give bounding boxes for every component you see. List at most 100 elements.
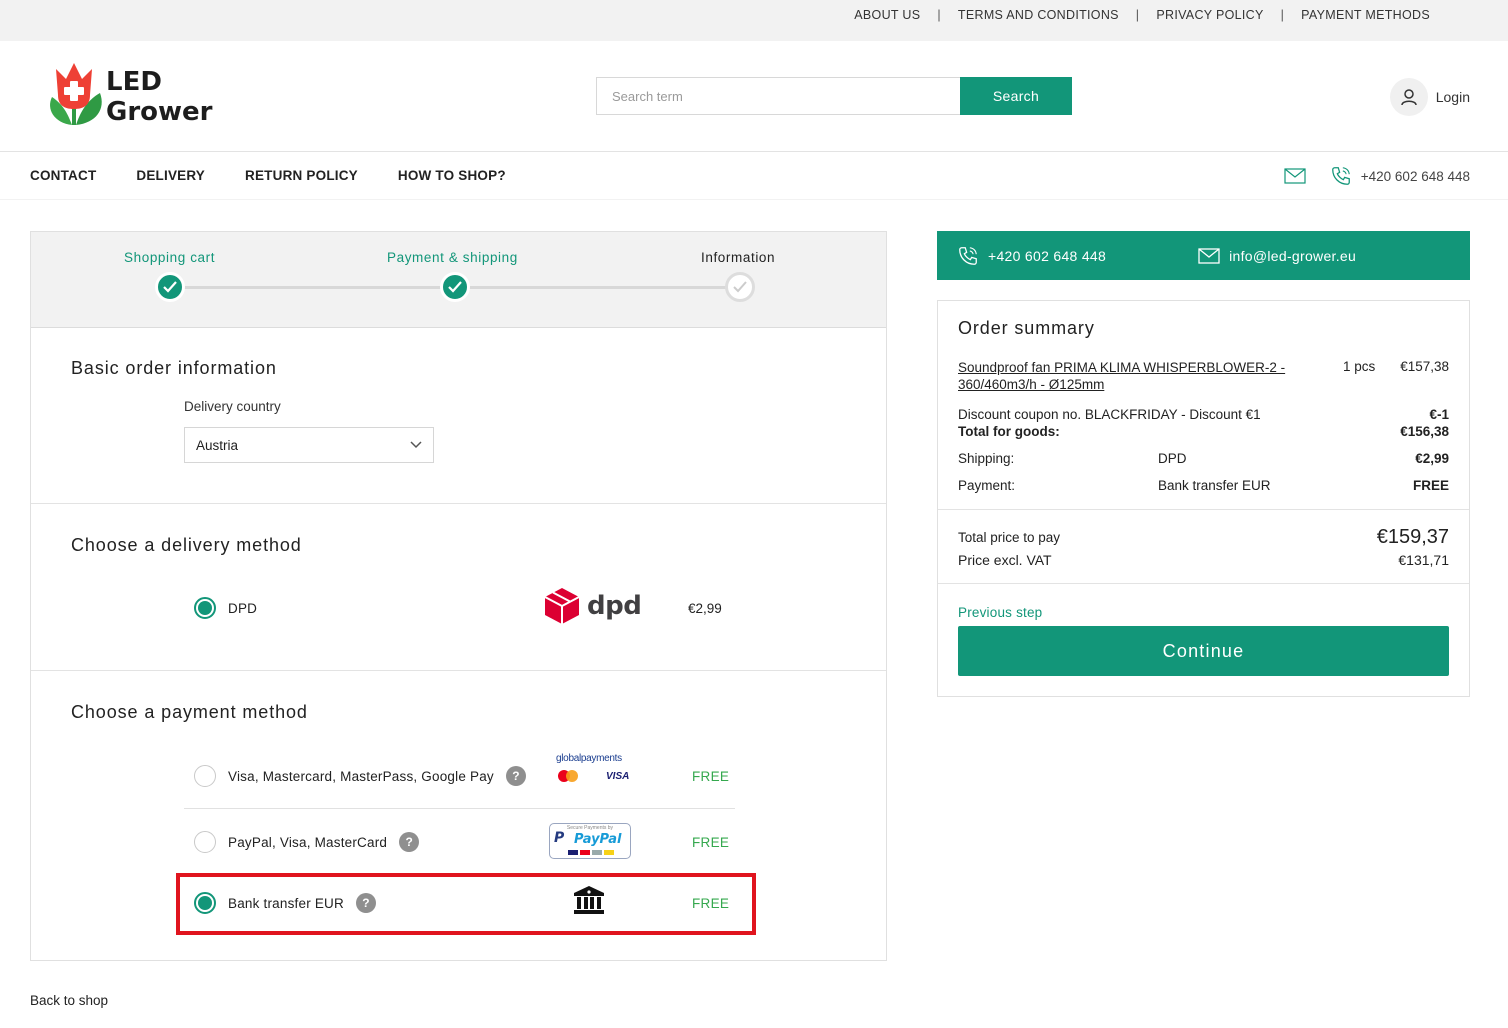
payment-option-paypal[interactable]: PayPal, Visa, MasterCard ? <box>194 831 420 853</box>
dpd-wordmark: dpd <box>587 591 642 621</box>
help-icon[interactable]: ? <box>355 893 376 913</box>
paypal-p-icon: P <box>554 830 565 846</box>
payment-option-card[interactable]: Visa, Mastercard, MasterPass, Google Pay… <box>194 765 526 787</box>
step-label-cart: Shopping cart <box>124 250 216 265</box>
delivery-country-select[interactable]: Austria <box>184 427 434 463</box>
contact-bar: +420 602 648 448 info@led-grower.eu <box>937 231 1470 280</box>
mail-icon[interactable] <box>1284 168 1306 184</box>
globalpayments-wordmark: globalpayments <box>556 753 622 764</box>
order-summary-title: Order summary <box>958 318 1095 338</box>
paypal-logo: Secure Payments by P PayPal <box>549 823 631 859</box>
delivery-price: €2,99 <box>688 601 722 616</box>
delivery-title: Choose a delivery method <box>71 535 302 555</box>
continue-button[interactable]: Continue <box>958 626 1449 676</box>
top-bar: ABOUT US | TERMS AND CONDITIONS | PRIVAC… <box>0 0 1508 41</box>
nav-how-to-shop[interactable]: HOW TO SHOP? <box>398 168 506 183</box>
nav-delivery[interactable]: DELIVERY <box>136 168 205 183</box>
delivery-option-dpd[interactable]: DPD <box>194 597 257 619</box>
payment-option-label: Visa, Mastercard, MasterPass, Google Pay <box>228 768 494 784</box>
shipping-label: Shipping: <box>958 451 1015 466</box>
goods-total-label: Total for goods: <box>958 424 1060 439</box>
logo-line-2: Grower <box>106 97 213 127</box>
order-item-name-line-1: Soundproof fan PRIMA KLIMA WHISPERBLOWER… <box>958 360 1286 375</box>
top-link-terms[interactable]: TERMS AND CONDITIONS <box>958 8 1119 22</box>
order-item-qty: 1 pcs <box>1343 359 1376 374</box>
total-label: Total price to pay <box>958 530 1061 545</box>
top-link-payment-methods[interactable]: PAYMENT METHODS <box>1301 8 1430 22</box>
paypal-wordmark: PayPal <box>574 832 622 847</box>
contact-bar-email-text: info@led-grower.eu <box>1229 247 1357 264</box>
payment-price-card: FREE <box>692 769 730 784</box>
order-summary: Order summary Soundproof fan PRIMA KLIMA… <box>937 300 1470 697</box>
payment-option-label: PayPal, Visa, MasterCard <box>228 834 388 850</box>
bank-icon <box>574 886 604 914</box>
delivery-country-label: Delivery country <box>184 399 281 414</box>
visa-wordmark: VISA <box>606 771 630 782</box>
delivery-country-value: Austria <box>196 437 239 453</box>
nav-phone-number[interactable]: +420 602 648 448 <box>1361 169 1470 184</box>
payment-divider <box>184 808 735 809</box>
search-bar: Search <box>596 77 1072 115</box>
top-link-separator: | <box>1280 8 1285 22</box>
search-button[interactable]: Search <box>960 77 1072 115</box>
payment-option-bank-transfer[interactable]: Bank transfer EUR ? <box>194 892 376 914</box>
login-link[interactable]: Login <box>1389 78 1470 116</box>
delivery-option-label: DPD <box>228 600 258 616</box>
delivery-section: Choose a delivery method DPD dpd €2,99 <box>31 504 886 671</box>
checkout-steps: Shopping cart Payment & shipping Informa… <box>31 232 886 328</box>
summary-divider <box>938 509 1469 510</box>
step-check-icon[interactable] <box>440 272 470 302</box>
logo-line-1: LED <box>106 67 162 97</box>
contact-bar-email[interactable]: info@led-grower.eu <box>1198 248 1356 264</box>
mastercard-icon <box>558 770 578 782</box>
delivery-radio-dpd[interactable] <box>194 597 216 619</box>
nav-return-policy[interactable]: RETURN POLICY <box>245 168 358 183</box>
contact-bar-phone[interactable]: +420 602 648 448 <box>957 245 1106 267</box>
payment-radio-card[interactable] <box>194 765 216 787</box>
contact-bar-phone-text: +420 602 648 448 <box>988 247 1107 264</box>
nav-contact[interactable]: CONTACT <box>30 168 96 183</box>
help-icon[interactable]: ? <box>399 832 420 852</box>
search-input[interactable] <box>596 77 960 115</box>
site-header: LED Grower Search Login <box>0 41 1508 152</box>
payment-title: Choose a payment method <box>71 702 308 722</box>
dpd-logo: dpd <box>543 586 642 626</box>
total-value: €159,37 <box>1376 526 1449 548</box>
mail-icon <box>1198 247 1220 264</box>
payment-radio-bank-transfer[interactable] <box>194 892 216 914</box>
top-link-privacy[interactable]: PRIVACY POLICY <box>1156 8 1263 22</box>
step-label-information: Information <box>701 250 776 265</box>
checkout-panel: Shopping cart Payment & shipping Informa… <box>30 231 887 961</box>
payment-radio-paypal[interactable] <box>194 831 216 853</box>
payment-price-bank-transfer: FREE <box>692 896 730 911</box>
shipping-value: €2,99 <box>1415 451 1449 466</box>
payment-section: Choose a payment method Visa, Mastercard… <box>31 671 886 961</box>
payment-method: Bank transfer EUR <box>1158 478 1271 493</box>
top-link-about-us[interactable]: ABOUT US <box>854 8 920 22</box>
help-icon[interactable]: ? <box>505 766 526 786</box>
basic-info-section: Basic order information Delivery country… <box>31 328 886 504</box>
phone-icon <box>1331 167 1350 185</box>
user-icon <box>1389 78 1428 116</box>
goods-total-value: €156,38 <box>1400 424 1449 439</box>
tulip-logo-icon <box>50 63 102 125</box>
chevron-down-icon <box>410 441 422 449</box>
nav-contact-info: +420 602 648 448 <box>1284 165 1470 187</box>
previous-step-link[interactable]: Previous step <box>958 605 1042 620</box>
discount-value: €-1 <box>1429 407 1449 422</box>
globalpayments-logo: globalpayments VISA <box>556 753 636 793</box>
back-to-shop-link[interactable]: Back to shop <box>30 993 108 1008</box>
step-label-payment-shipping: Payment & shipping <box>387 250 518 265</box>
nav-links: CONTACT DELIVERY RETURN POLICY HOW TO SH… <box>30 168 546 183</box>
summary-divider <box>938 583 1469 584</box>
step-check-icon[interactable] <box>155 272 185 302</box>
main-nav: CONTACT DELIVERY RETURN POLICY HOW TO SH… <box>0 152 1508 200</box>
top-link-separator: | <box>1135 8 1140 22</box>
excl-vat-label: Price excl. VAT <box>958 552 1052 568</box>
top-links: ABOUT US | TERMS AND CONDITIONS | PRIVAC… <box>854 8 1430 22</box>
top-link-separator: | <box>937 8 941 22</box>
site-logo[interactable]: LED Grower <box>46 59 221 131</box>
order-item-name[interactable]: Soundproof fan PRIMA KLIMA WHISPERBLOWER… <box>958 359 1285 393</box>
card-brands-icon <box>568 850 614 855</box>
payment-label: Payment: <box>958 478 1016 493</box>
